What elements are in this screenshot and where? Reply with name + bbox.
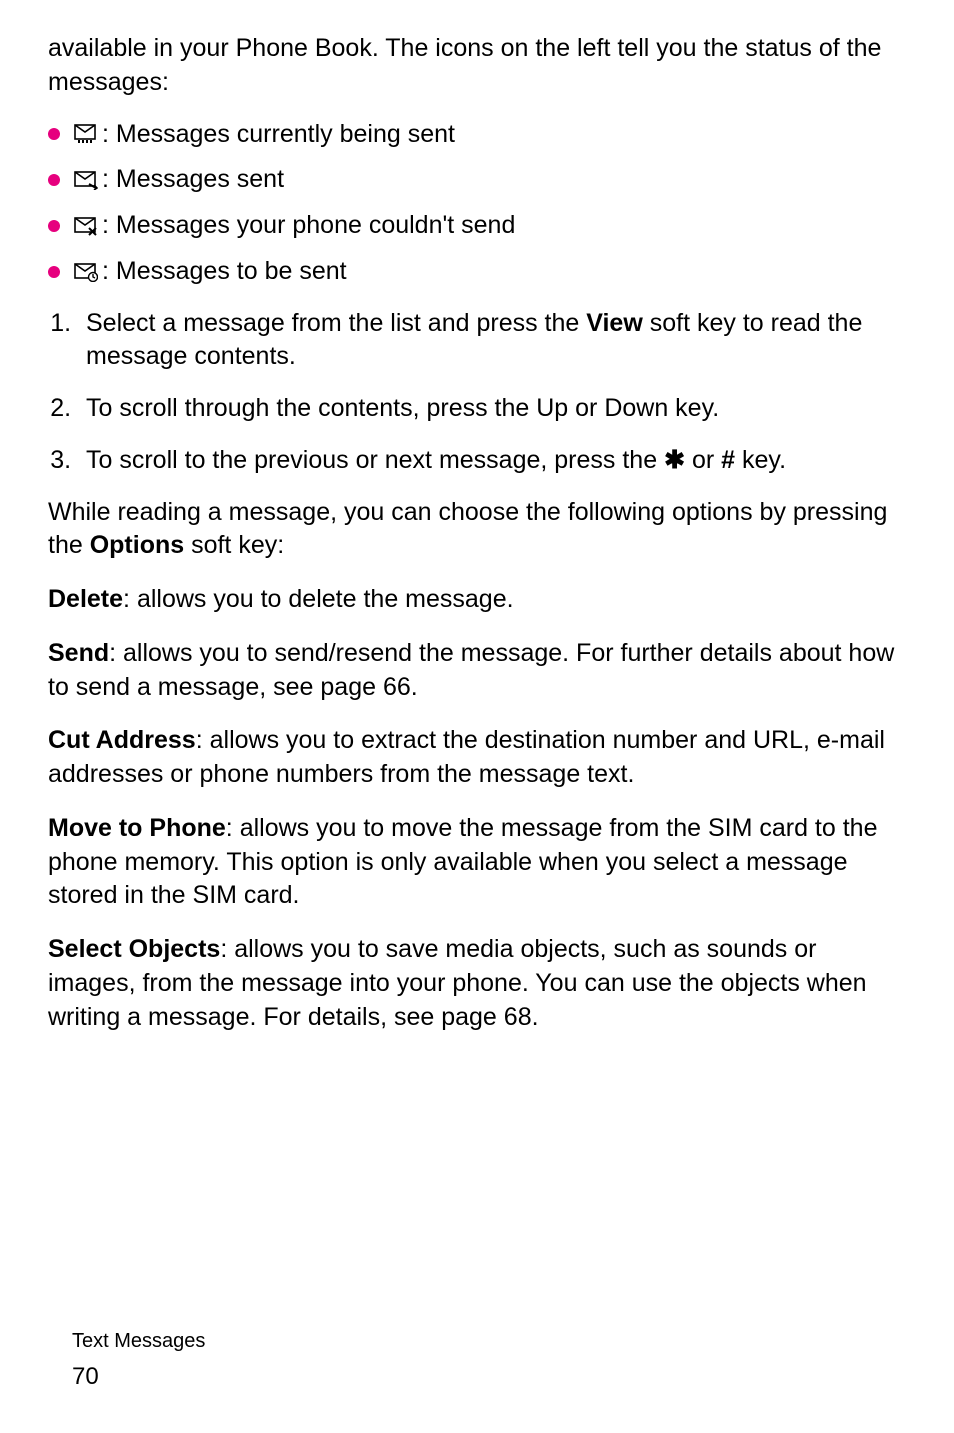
envelope-pending-icon xyxy=(74,262,98,282)
step-text: To scroll through the contents, press th… xyxy=(86,394,719,422)
option-cut-address: Cut Address: allows you to extract the d… xyxy=(48,724,906,792)
page-footer: Text Messages 70 xyxy=(72,1328,205,1393)
step-text: key. xyxy=(742,446,786,474)
bullet-icon xyxy=(48,174,60,186)
softkey-label: Options xyxy=(90,531,184,559)
icon-label: : Messages to be sent xyxy=(102,255,347,289)
list-item: : Messages to be sent xyxy=(48,255,906,289)
option-select-objects: Select Objects: allows you to save media… xyxy=(48,933,906,1034)
option-desc: : allows you to delete the message. xyxy=(123,585,514,613)
envelope-sent-icon xyxy=(74,170,98,190)
steps-list: Select a message from the list and press… xyxy=(48,307,906,478)
option-title: Cut Address xyxy=(48,726,196,754)
bullet-icon xyxy=(48,266,60,278)
icon-label: : Messages your phone couldn't send xyxy=(102,209,515,243)
section-title: Text Messages xyxy=(72,1328,205,1355)
star-key-icon: ✱ xyxy=(664,446,685,474)
icon-label: : Messages sent xyxy=(102,163,284,197)
options-intro: While reading a message, you can choose … xyxy=(48,496,906,564)
list-item: : Messages currently being sent xyxy=(48,118,906,152)
option-title: Delete xyxy=(48,585,123,613)
icon-status-list: : Messages currently being sent : Messag… xyxy=(48,118,906,289)
option-move-to-phone: Move to Phone: allows you to move the me… xyxy=(48,812,906,913)
step-item: Select a message from the list and press… xyxy=(78,307,906,375)
step-item: To scroll through the contents, press th… xyxy=(78,392,906,426)
option-title: Send xyxy=(48,639,109,667)
option-title: Select Objects xyxy=(48,935,220,963)
step-text: or xyxy=(692,446,721,474)
option-send: Send: allows you to send/resend the mess… xyxy=(48,637,906,705)
softkey-label: View xyxy=(586,309,643,337)
envelope-sending-icon xyxy=(74,124,98,144)
step-text: To scroll to the previous or next messag… xyxy=(86,446,664,474)
step-item: To scroll to the previous or next messag… xyxy=(78,444,906,478)
text: soft key: xyxy=(184,531,284,559)
bullet-icon xyxy=(48,220,60,232)
list-item: : Messages your phone couldn't send xyxy=(48,209,906,243)
option-delete: Delete: allows you to delete the message… xyxy=(48,583,906,617)
intro-text: available in your Phone Book. The icons … xyxy=(48,32,906,100)
bullet-icon xyxy=(48,128,60,140)
list-item: : Messages sent xyxy=(48,163,906,197)
icon-label: : Messages currently being sent xyxy=(102,118,455,152)
step-text: Select a message from the list and press… xyxy=(86,309,586,337)
option-title: Move to Phone xyxy=(48,814,226,842)
option-desc: : allows you to send/resend the message.… xyxy=(48,639,894,701)
page-number: 70 xyxy=(72,1361,205,1393)
hash-key-icon: # xyxy=(721,446,735,474)
envelope-failed-icon xyxy=(74,216,98,236)
